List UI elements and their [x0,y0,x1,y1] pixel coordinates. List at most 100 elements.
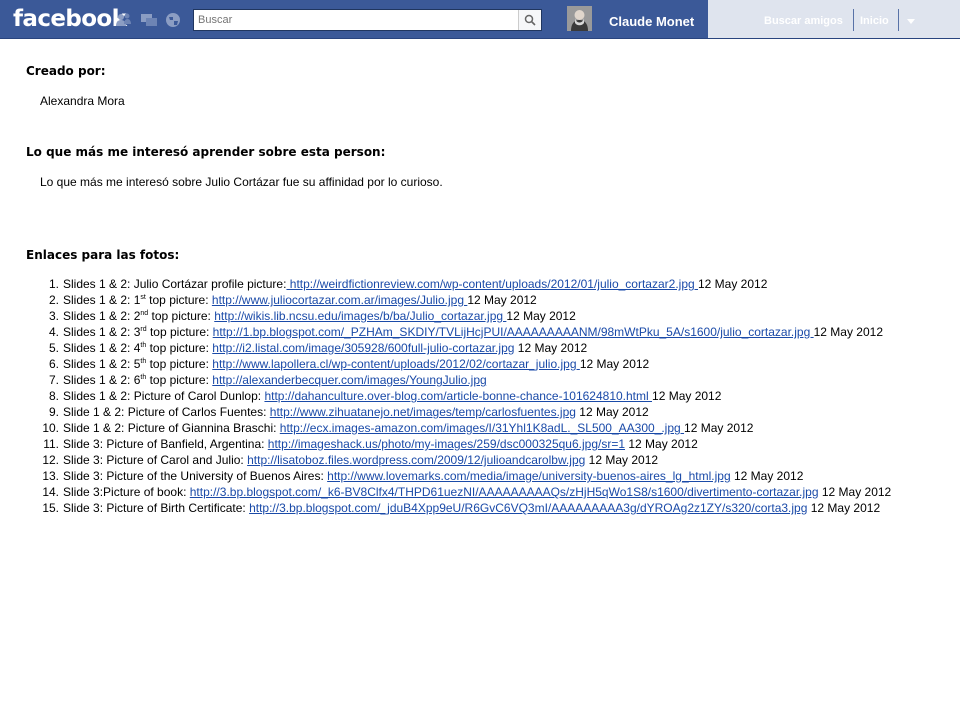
nav-divider [853,9,854,31]
access-date: 12 May 2012 [588,453,659,467]
home-link[interactable]: Inicio [860,15,889,27]
list-item: 9. Slide 1 & 2: Picture of Carlos Fuentes… [49,404,919,420]
photo-link[interactable]: http://3.bp.blogspot.com/_jduB4Xpp9eU/R6… [249,501,807,515]
link-description: Slide 3: Picture of Banfield, Argentina: [63,437,268,451]
link-description: Slide 1 & 2: Picture of Carlos Fuentes: [63,405,270,419]
access-date: 12 May 2012 [579,405,649,419]
list-number: 1. [48,277,59,291]
messages-icon[interactable] [140,12,158,28]
list-item: 5. Slides 1 & 2: 4th top picture: http://… [49,340,919,356]
link-description: Slide 1 & 2: Picture of Giannina Braschi… [63,421,280,435]
photo-link[interactable]: http://www.zihuatanejo.net/images/temp/c… [270,405,576,419]
photo-links-list: 1. Slides 1 & 2: Julio Cortázar profile p… [42,276,919,516]
find-friends-link[interactable]: Buscar amigos [764,15,843,27]
access-date: 12 May 2012 [698,277,768,291]
search-icon [524,14,536,26]
link-description: Slide 3: Picture of the University of Bu… [63,469,328,483]
list-number: 2. [48,293,59,307]
link-description: top picture: [145,293,212,307]
link-description: Slides 1 & 2: 5 [63,357,141,371]
search-input[interactable] [198,11,518,29]
link-description: top picture: [146,357,213,371]
notifications-globe-icon[interactable] [165,12,183,28]
created-by-value: Alexandra Mora [40,94,125,108]
list-item: 6. Slides 1 & 2: 5th top picture: http://… [49,356,919,372]
link-description: Slides 1 & 2: 2 [63,309,141,323]
photo-link[interactable]: http://1.bp.blogspot.com/_PZHAm_SKDIY/TV… [213,325,814,339]
link-description: Slides 1 & 2: Picture of Carol Dunlop: [63,389,265,403]
photo-link[interactable]: http://ecx.images-amazon.com/images/I/31… [280,421,684,435]
list-item: 11. Slide 3: Picture of Banfield, Argenti… [43,436,919,452]
list-number: 12. [42,453,59,467]
access-date: 12 May 2012 [810,501,881,515]
link-description: top picture: [146,341,213,355]
list-item: 10. Slide 1 & 2: Picture of Giannina Bras… [42,420,919,436]
photo-link[interactable]: http://www.lovemarks.com/media/image/uni… [327,469,731,483]
list-item: 13. Slide 3: Picture of the University of… [42,468,919,484]
top-navigation-bar: facebook Claude Monet Buscar amigos Inic… [0,0,960,39]
access-date: 12 May 2012 [579,357,650,371]
photo-link[interactable]: http://i2.listal.com/image/305928/600ful… [212,341,514,355]
link-description: Slides 1 & 2: 3 [63,325,141,339]
link-description: top picture: [146,373,213,387]
link-description: Slide 3: Picture of Birth Certificate: [63,501,250,515]
list-number: 4. [48,325,59,339]
list-number: 14. [42,485,59,499]
list-item: 14. Slide 3:Picture of book: http://3.bp.… [42,484,919,500]
link-description: Slides 1 & 2: 1 [63,293,141,307]
access-date: 12 May 2012 [517,341,588,355]
list-item: 8. Slides 1 & 2: Picture of Carol Dunlop:… [49,388,919,404]
avatar[interactable] [567,6,592,31]
link-description: Slides 1 & 2: 4 [63,341,141,355]
list-number: 7. [48,373,59,387]
list-item: 12. Slide 3: Picture of Carol and Julio: … [42,452,919,468]
link-description: top picture: [148,309,215,323]
list-number: 13. [42,469,59,483]
photo-link[interactable]: http://weirdfictionreview.com/wp-content… [286,277,698,291]
link-description: Slide 3: Picture of Carol and Julio: [63,453,248,467]
photo-link[interactable]: http://lisatoboz.files.wordpress.com/200… [247,453,585,467]
access-date: 12 May 2012 [467,293,537,307]
list-number: 5. [48,341,59,355]
photo-links-heading: Enlaces para las fotos: [26,248,180,262]
link-description: Slides 1 & 2: Julio Cortázar profile pic… [63,277,287,291]
link-description: Slides 1 & 2: 6 [63,373,141,387]
interest-text: Lo que más me interesó sobre Julio Cortá… [40,175,443,189]
list-number: 11. [43,437,59,451]
photo-link[interactable]: http://alexanderbecquer.com/images/Young… [212,373,486,387]
photo-link[interactable]: http://www.lapollera.cl/wp-content/uploa… [212,357,580,371]
list-item: 4. Slides 1 & 2: 3rd top picture: http://… [49,324,919,340]
photo-link[interactable]: http://www.juliocortazar.com.ar/images/J… [212,293,467,307]
search-box[interactable] [193,9,542,31]
photo-link[interactable]: http://dahanculture.over-blog.com/articl… [264,389,652,403]
created-by-heading: Creado por: [26,64,106,78]
access-date: 12 May 2012 [813,325,883,339]
list-number: 9. [48,405,59,419]
search-button[interactable] [518,10,541,30]
list-number: 8. [48,389,59,403]
access-date: 12 May 2012 [628,437,698,451]
interest-heading: Lo que más me interesó aprender sobre es… [26,145,386,159]
list-item: 15. Slide 3: Picture of Birth Certificate… [42,500,919,516]
link-description: Slide 3:Picture of book: [63,485,190,499]
list-number: 3. [48,309,59,323]
list-item: 2. Slides 1 & 2: 1st top picture: http://… [49,292,919,308]
access-date: 12 May 2012 [684,421,754,435]
link-description: top picture: [146,325,213,339]
photo-link[interactable]: http://imageshack.us/photo/my-images/259… [268,437,625,451]
list-number: 10. [42,421,59,435]
photo-link[interactable]: http://wikis.lib.ncsu.edu/images/b/ba/Ju… [214,309,506,323]
account-menu-caret-icon[interactable] [907,19,915,24]
list-number: 15. [42,501,59,515]
list-item: 3. Slides 1 & 2: 2nd top picture: http://… [49,308,919,324]
list-number: 6. [48,357,59,371]
access-date: 12 May 2012 [506,309,576,323]
facebook-logo[interactable]: facebook [13,6,127,32]
list-item: 7. Slides 1 & 2: 6th top picture: http://… [49,372,919,388]
nav-divider [898,9,899,31]
list-item: 1. Slides 1 & 2: Julio Cortázar profile p… [49,276,919,292]
access-date: 12 May 2012 [733,469,804,483]
friend-requests-icon[interactable] [115,12,133,28]
photo-link[interactable]: http://3.bp.blogspot.com/_k6-BV8Clfx4/TH… [190,485,819,499]
profile-name-link[interactable]: Claude Monet [609,14,694,29]
